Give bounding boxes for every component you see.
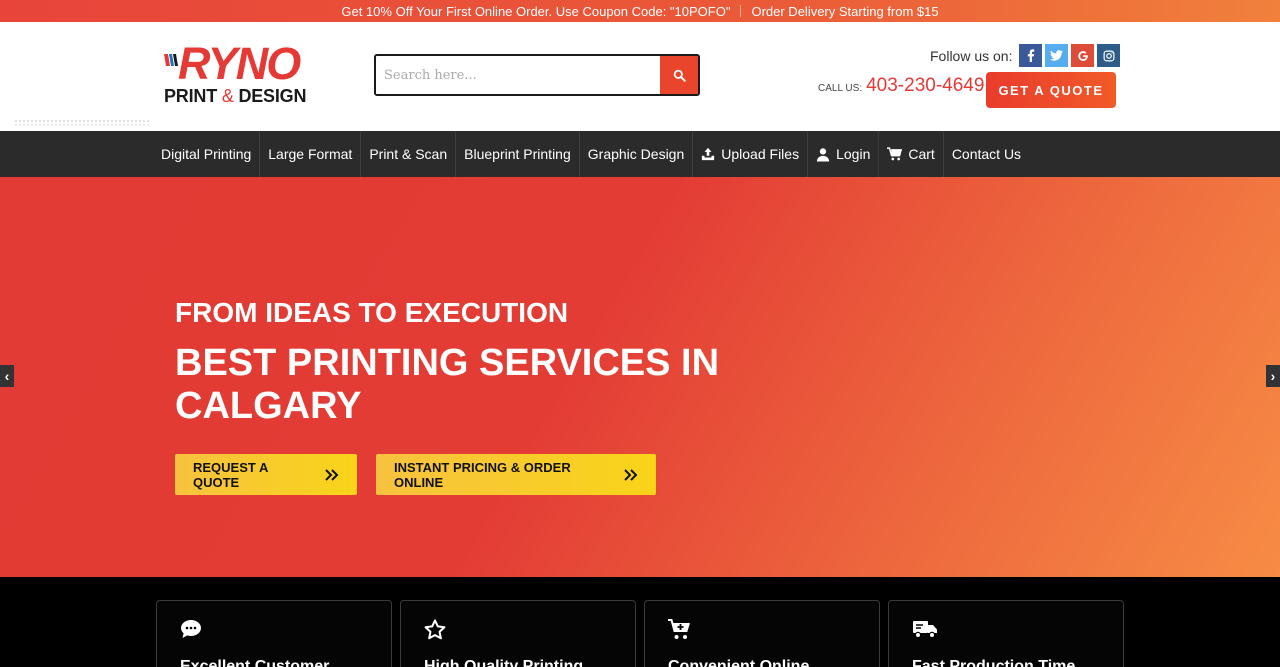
- nav-digital-printing[interactable]: Digital Printing: [153, 131, 261, 177]
- features-strip: Excellent Customer High Quality Printing…: [0, 577, 1280, 667]
- search-input[interactable]: [376, 56, 660, 94]
- slider-next-button[interactable]: ›: [1266, 365, 1280, 387]
- nav-print-scan[interactable]: Print & Scan: [361, 131, 457, 177]
- search-button[interactable]: [660, 56, 698, 94]
- decorative-dots: [14, 119, 150, 125]
- nav-login[interactable]: Login: [808, 131, 880, 177]
- nav-cart[interactable]: Cart: [879, 131, 944, 177]
- search-icon: [673, 69, 686, 82]
- call-label: CALL US:: [818, 83, 863, 94]
- nav-contact-us[interactable]: Contact Us: [944, 131, 1029, 177]
- feature-title: Convenient Online: [668, 658, 810, 667]
- site-header: RYNO PRINT & DESIGN Follow us on:: [0, 22, 1280, 131]
- chat-icon: [180, 619, 202, 644]
- chevron-left-icon: ‹: [4, 368, 10, 384]
- user-icon: [816, 147, 830, 162]
- double-chevron-right-icon: [325, 468, 339, 481]
- logo-wordmark: RYNO: [178, 38, 301, 89]
- logo-stripes-icon: [164, 54, 178, 66]
- truck-icon: [912, 619, 938, 644]
- cart-plus-icon: [668, 619, 692, 645]
- follow-label: Follow us on:: [930, 47, 1013, 64]
- nav-cart-label: Cart: [908, 146, 935, 162]
- nav-blueprint-printing[interactable]: Blueprint Printing: [456, 131, 580, 177]
- facebook-icon[interactable]: [1019, 44, 1043, 67]
- feature-title: Excellent Customer: [180, 658, 330, 667]
- double-chevron-right-icon: [624, 468, 638, 481]
- nav-upload-files[interactable]: Upload Files: [693, 131, 809, 177]
- hero-banner: FROM IDEAS TO EXECUTION BEST PRINTING SE…: [0, 177, 1280, 577]
- chevron-right-icon: ›: [1270, 368, 1276, 384]
- social-links: Follow us on:: [930, 44, 1121, 67]
- feature-card: Convenient Online: [644, 600, 880, 667]
- promo-coupon-text: Get 10% Off Your First Online Order. Use…: [341, 3, 731, 19]
- star-icon: [424, 619, 446, 645]
- phone-link[interactable]: 403-230-4649: [866, 75, 984, 97]
- instant-pricing-button[interactable]: INSTANT PRICING & ORDER ONLINE: [376, 454, 656, 495]
- promo-bar: Get 10% Off Your First Online Order. Use…: [0, 0, 1280, 22]
- feature-card: High Quality Printing: [400, 600, 636, 667]
- instagram-icon[interactable]: [1097, 44, 1121, 67]
- call-us: CALL US: 403-230-4649: [818, 75, 984, 97]
- cart-icon: [887, 147, 903, 161]
- nav-upload-files-label: Upload Files: [721, 146, 800, 162]
- slider-prev-button[interactable]: ‹: [0, 365, 14, 387]
- logo-subtitle: PRINT & DESIGN: [164, 86, 307, 106]
- ryno-logo[interactable]: RYNO PRINT & DESIGN: [164, 38, 324, 106]
- main-nav: Digital Printing Large Format Print & Sc…: [0, 131, 1280, 177]
- feature-title: Fast Production Time: [912, 658, 1076, 667]
- google-icon[interactable]: [1071, 44, 1095, 67]
- nav-login-label: Login: [836, 146, 871, 162]
- get-a-quote-button[interactable]: GET A QUOTE: [986, 72, 1116, 108]
- promo-divider: [740, 5, 742, 17]
- nav-large-format[interactable]: Large Format: [260, 131, 362, 177]
- promo-delivery-text: Order Delivery Starting from $15: [751, 3, 939, 19]
- feature-card: Excellent Customer: [156, 600, 392, 667]
- hero-kicker: FROM IDEAS TO EXECUTION: [175, 297, 569, 328]
- upload-icon: [701, 147, 715, 161]
- request-a-quote-label: REQUEST A QUOTE: [193, 459, 268, 490]
- feature-title: High Quality Printing: [424, 658, 584, 667]
- nav-graphic-design[interactable]: Graphic Design: [580, 131, 694, 177]
- twitter-icon[interactable]: [1045, 44, 1069, 67]
- request-a-quote-button[interactable]: REQUEST A QUOTE: [175, 454, 357, 495]
- hero-title: BEST PRINTING SERVICES IN CALGARY: [175, 342, 720, 427]
- search-box: [374, 54, 700, 96]
- feature-card: Fast Production Time: [888, 600, 1124, 667]
- instant-pricing-label: INSTANT PRICING & ORDER ONLINE: [394, 459, 571, 490]
